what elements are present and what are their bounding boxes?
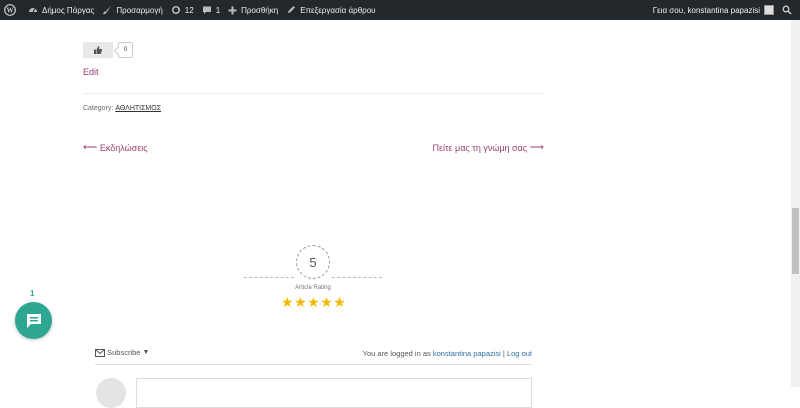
caret-down-icon: ▼	[142, 349, 150, 356]
comments-divider	[95, 364, 532, 365]
next-post-title: Πείτε μας τη γνώμη σας	[432, 142, 528, 153]
like-button[interactable]	[83, 42, 113, 58]
post-category: Category: ΑΘΛΗΤΙΣΜΟΣ	[83, 105, 161, 112]
star-icon[interactable]: ★	[294, 295, 307, 309]
edit-link[interactable]: Edit	[83, 67, 99, 77]
new-label: Προσθήκη	[241, 5, 279, 15]
rating-value: 5	[296, 245, 330, 279]
rating-divider-right	[332, 277, 382, 278]
updates-link[interactable]: 12	[167, 0, 198, 20]
category-label: Category:	[83, 105, 114, 112]
separator: |	[502, 349, 505, 358]
customize-label: Προσαρμογή	[116, 5, 163, 15]
svg-text:W: W	[7, 7, 14, 15]
like-count: 0	[118, 42, 133, 58]
previous-post-title: Εκδηλώσεις	[99, 142, 148, 153]
comments-bubble-button[interactable]	[15, 302, 52, 339]
customize-link[interactable]: Προσαρμογή	[98, 0, 166, 20]
comment-icon	[202, 6, 211, 14]
arrow-left-icon: ⟵	[83, 142, 98, 153]
logged-in-prefix: You are logged in as	[362, 349, 431, 358]
star-icon[interactable]: ★	[333, 295, 346, 309]
site-name: Δήμος Πάργας	[42, 5, 95, 15]
logout-link[interactable]: Log out	[507, 349, 532, 358]
subscribe-dropdown[interactable]: Subscribe ▼	[95, 348, 149, 357]
comments-link[interactable]: 1	[198, 0, 224, 20]
previous-post-link[interactable]: ⟵ Εκδηλώσεις	[83, 142, 148, 153]
updates-icon	[171, 5, 180, 15]
brush-icon	[103, 6, 112, 15]
search-button[interactable]	[778, 0, 800, 20]
edit-post-link[interactable]: Επεξεργασία άρθρου	[282, 0, 379, 20]
star-rating[interactable]: ★ ★ ★ ★ ★	[281, 295, 346, 309]
comment-input[interactable]	[136, 378, 532, 408]
search-icon	[782, 5, 792, 15]
new-content-link[interactable]: Προσθήκη	[224, 0, 282, 20]
wordpress-icon: W	[4, 4, 16, 16]
thumbs-up-icon	[94, 46, 103, 54]
rating-divider-left	[244, 277, 294, 278]
chat-icon	[26, 313, 41, 328]
scrollbar[interactable]	[791, 20, 800, 387]
plus-icon	[228, 6, 237, 14]
updates-count: 12	[184, 5, 194, 15]
arrow-right-icon: ⟶	[529, 142, 544, 153]
site-name-link[interactable]: Δήμος Πάργας	[24, 0, 98, 20]
pencil-icon	[288, 6, 296, 13]
admin-bar: W Δήμος Πάργας Προσαρμογή 12 1 Προσθήκη …	[0, 0, 800, 20]
envelope-icon	[95, 348, 105, 357]
category-link[interactable]: ΑΘΛΗΤΙΣΜΟΣ	[115, 105, 161, 112]
rating-label: Article Rating	[295, 285, 331, 291]
star-icon[interactable]: ★	[307, 295, 320, 309]
edit-post-label: Επεξεργασία άρθρου	[300, 5, 376, 15]
bubble-comment-count: 1	[30, 289, 35, 298]
star-icon[interactable]: ★	[281, 295, 294, 309]
divider	[83, 93, 544, 94]
next-post-link[interactable]: Πείτε μας τη γνώμη σας ⟶	[432, 142, 544, 153]
scrollbar-thumb[interactable]	[792, 208, 799, 274]
greeting: Γεια σου, konstantina papazisi	[652, 5, 760, 15]
dashboard-icon	[29, 8, 37, 13]
star-icon[interactable]: ★	[320, 295, 333, 309]
comment-avatar	[96, 378, 126, 408]
avatar	[764, 5, 774, 15]
my-account-link[interactable]: Γεια σου, konstantina papazisi	[649, 0, 778, 20]
subscribe-label: Subscribe	[107, 348, 141, 357]
comments-count: 1	[215, 5, 221, 15]
wordpress-logo-button[interactable]: W	[0, 0, 24, 20]
user-profile-link[interactable]: konstantina papazisi	[433, 349, 501, 358]
logged-in-info: You are logged in as konstantina papazis…	[363, 349, 532, 358]
